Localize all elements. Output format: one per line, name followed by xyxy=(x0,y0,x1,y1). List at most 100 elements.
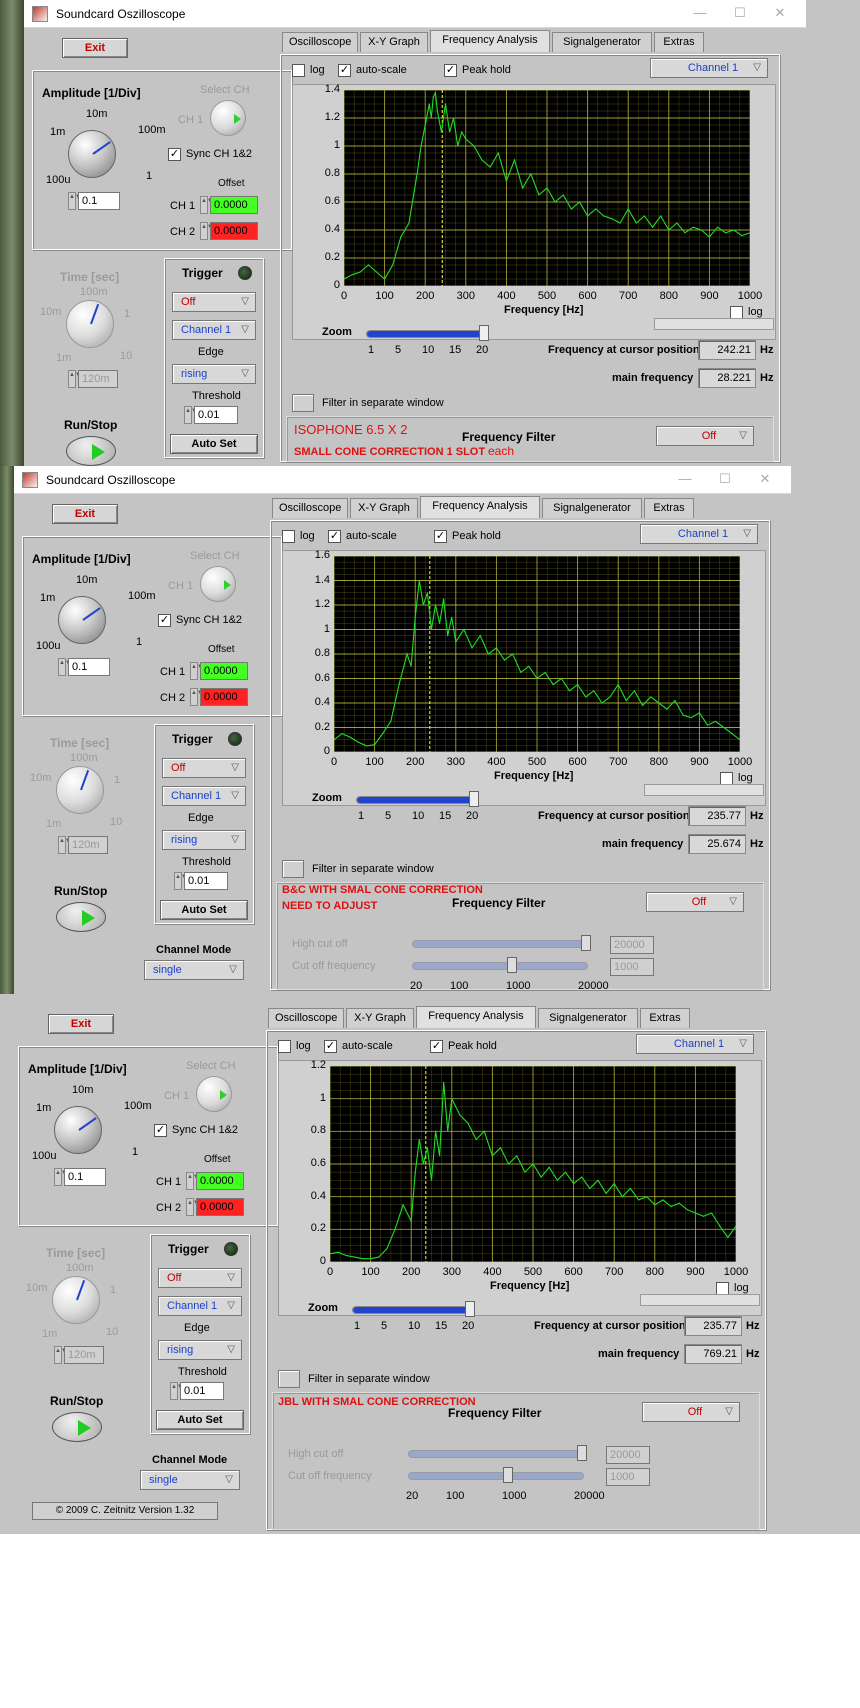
tab-2[interactable]: Frequency Analysis xyxy=(420,496,540,518)
trigger-channel-dropdown[interactable]: Channel 1 ▽ xyxy=(162,786,246,806)
threshold-input[interactable]: 0.01 xyxy=(180,1382,224,1400)
filter-window-button[interactable] xyxy=(278,1370,300,1388)
amplitude-knob[interactable] xyxy=(58,596,106,644)
filter-window-button[interactable] xyxy=(292,394,314,412)
plot-scrollbar[interactable] xyxy=(644,784,764,796)
spectrum-plot[interactable] xyxy=(330,1066,736,1262)
spin-arrows-icon[interactable]: ▲▼ xyxy=(190,662,203,680)
auto-set-button[interactable]: Auto Set xyxy=(156,1410,244,1430)
spin-arrows-icon[interactable]: ▲▼ xyxy=(58,658,71,676)
threshold-input[interactable]: 0.01 xyxy=(184,872,228,890)
minimize-button[interactable]: — xyxy=(690,4,710,22)
spin-arrows-icon[interactable]: ▲▼ xyxy=(200,222,213,240)
trigger-channel-dropdown[interactable]: Channel 1 ▽ xyxy=(172,320,256,340)
exit-button[interactable]: Exit xyxy=(48,1014,114,1034)
autoscale-checkbox[interactable]: ✓ xyxy=(324,1040,337,1053)
minimize-button[interactable]: — xyxy=(675,470,695,488)
channel-dropdown[interactable]: Channel 1 ▽ xyxy=(640,524,758,544)
amplitude-knob[interactable] xyxy=(54,1106,102,1154)
tab-0[interactable]: Oscilloscope xyxy=(282,32,358,52)
amplitude-knob[interactable] xyxy=(68,130,116,178)
edge-dropdown[interactable]: rising ▽ xyxy=(162,830,246,850)
ch2-offset-input[interactable]: 0.0000 xyxy=(210,222,258,240)
plot-scrollbar[interactable] xyxy=(654,318,774,330)
tab-1[interactable]: X-Y Graph xyxy=(350,498,418,518)
spin-arrows-icon[interactable]: ▲▼ xyxy=(68,192,81,210)
tab-1[interactable]: X-Y Graph xyxy=(346,1008,414,1028)
sync-checkbox[interactable]: ✓ xyxy=(158,614,171,627)
filter-mode-dropdown[interactable]: Off ▽ xyxy=(642,1402,740,1422)
ch2-offset-input[interactable]: 0.0000 xyxy=(200,688,248,706)
trigger-mode-dropdown[interactable]: Off ▽ xyxy=(172,292,256,312)
trigger-mode-dropdown[interactable]: Off ▽ xyxy=(158,1268,242,1288)
filter-mode-dropdown[interactable]: Off ▽ xyxy=(656,426,754,446)
peak-hold-checkbox[interactable]: ✓ xyxy=(444,64,457,77)
maximize-button[interactable]: ☐ xyxy=(715,470,735,488)
spin-arrows-icon[interactable]: ▲▼ xyxy=(174,872,187,890)
sync-checkbox[interactable]: ✓ xyxy=(154,1124,167,1137)
close-button[interactable]: ✕ xyxy=(770,4,790,22)
tab-0[interactable]: Oscilloscope xyxy=(272,498,348,518)
ch1-offset-input[interactable]: 0.0000 xyxy=(200,662,248,680)
peak-hold-checkbox[interactable]: ✓ xyxy=(434,530,447,543)
zoom-slider-thumb[interactable] xyxy=(479,325,489,341)
filter-mode-dropdown[interactable]: Off ▽ xyxy=(646,892,744,912)
channel-dropdown[interactable]: Channel 1 ▽ xyxy=(636,1034,754,1054)
spin-arrows-icon[interactable]: ▲▼ xyxy=(170,1382,183,1400)
spin-arrows-icon[interactable]: ▲▼ xyxy=(200,196,213,214)
zoom-slider[interactable] xyxy=(352,1301,475,1317)
auto-set-button[interactable]: Auto Set xyxy=(170,434,258,454)
amplitude-input[interactable]: 0.1 xyxy=(64,1168,106,1186)
run-stop-button[interactable] xyxy=(56,902,106,932)
spin-arrows-icon[interactable]: ▲▼ xyxy=(184,406,197,424)
log-checkbox[interactable] xyxy=(282,530,295,543)
tab-1[interactable]: X-Y Graph xyxy=(360,32,428,52)
amplitude-input[interactable]: 0.1 xyxy=(68,658,110,676)
tab-3[interactable]: Signalgenerator xyxy=(552,32,652,52)
channel-mode-dropdown[interactable]: single ▽ xyxy=(140,1470,240,1490)
title-bar[interactable]: Soundcard Oszilloscope — ☐ ✕ xyxy=(14,466,791,494)
zoom-slider-thumb[interactable] xyxy=(465,1301,475,1317)
zoom-slider[interactable] xyxy=(356,791,479,807)
tab-4[interactable]: Extras xyxy=(644,498,694,518)
channel-dropdown[interactable]: Channel 1 ▽ xyxy=(650,58,768,78)
amplitude-input[interactable]: 0.1 xyxy=(78,192,120,210)
spin-arrows-icon[interactable]: ▲▼ xyxy=(190,688,203,706)
maximize-button[interactable]: ☐ xyxy=(730,4,750,22)
trigger-mode-dropdown[interactable]: Off ▽ xyxy=(162,758,246,778)
auto-set-button[interactable]: Auto Set xyxy=(160,900,248,920)
run-stop-button[interactable] xyxy=(66,436,116,466)
tab-0[interactable]: Oscilloscope xyxy=(268,1008,344,1028)
exit-button[interactable]: Exit xyxy=(52,504,118,524)
spin-arrows-icon[interactable]: ▲▼ xyxy=(186,1198,199,1216)
edge-dropdown[interactable]: rising ▽ xyxy=(172,364,256,384)
plot-scrollbar[interactable] xyxy=(640,1294,760,1306)
exit-button[interactable]: Exit xyxy=(62,38,128,58)
ch1-offset-input[interactable]: 0.0000 xyxy=(210,196,258,214)
zoom-slider-thumb[interactable] xyxy=(469,791,479,807)
tab-3[interactable]: Signalgenerator xyxy=(538,1008,638,1028)
ch2-offset-input[interactable]: 0.0000 xyxy=(196,1198,244,1216)
threshold-input[interactable]: 0.01 xyxy=(194,406,238,424)
filter-window-button[interactable] xyxy=(282,860,304,878)
tab-4[interactable]: Extras xyxy=(640,1008,690,1028)
spin-arrows-icon[interactable]: ▲▼ xyxy=(54,1168,67,1186)
autoscale-checkbox[interactable]: ✓ xyxy=(338,64,351,77)
channel-mode-dropdown[interactable]: single ▽ xyxy=(144,960,244,980)
autoscale-checkbox[interactable]: ✓ xyxy=(328,530,341,543)
peak-hold-checkbox[interactable]: ✓ xyxy=(430,1040,443,1053)
spin-arrows-icon[interactable]: ▲▼ xyxy=(186,1172,199,1190)
log-checkbox[interactable] xyxy=(278,1040,291,1053)
ch1-offset-input[interactable]: 0.0000 xyxy=(196,1172,244,1190)
run-stop-button[interactable] xyxy=(52,1412,102,1442)
spectrum-plot[interactable] xyxy=(344,90,750,286)
trigger-channel-dropdown[interactable]: Channel 1 ▽ xyxy=(158,1296,242,1316)
close-button[interactable]: ✕ xyxy=(755,470,775,488)
title-bar[interactable]: Soundcard Oszilloscope — ☐ ✕ xyxy=(24,0,806,28)
tab-4[interactable]: Extras xyxy=(654,32,704,52)
tab-3[interactable]: Signalgenerator xyxy=(542,498,642,518)
edge-dropdown[interactable]: rising ▽ xyxy=(158,1340,242,1360)
zoom-slider[interactable] xyxy=(366,325,489,341)
tab-2[interactable]: Frequency Analysis xyxy=(430,30,550,52)
spectrum-plot[interactable] xyxy=(334,556,740,752)
